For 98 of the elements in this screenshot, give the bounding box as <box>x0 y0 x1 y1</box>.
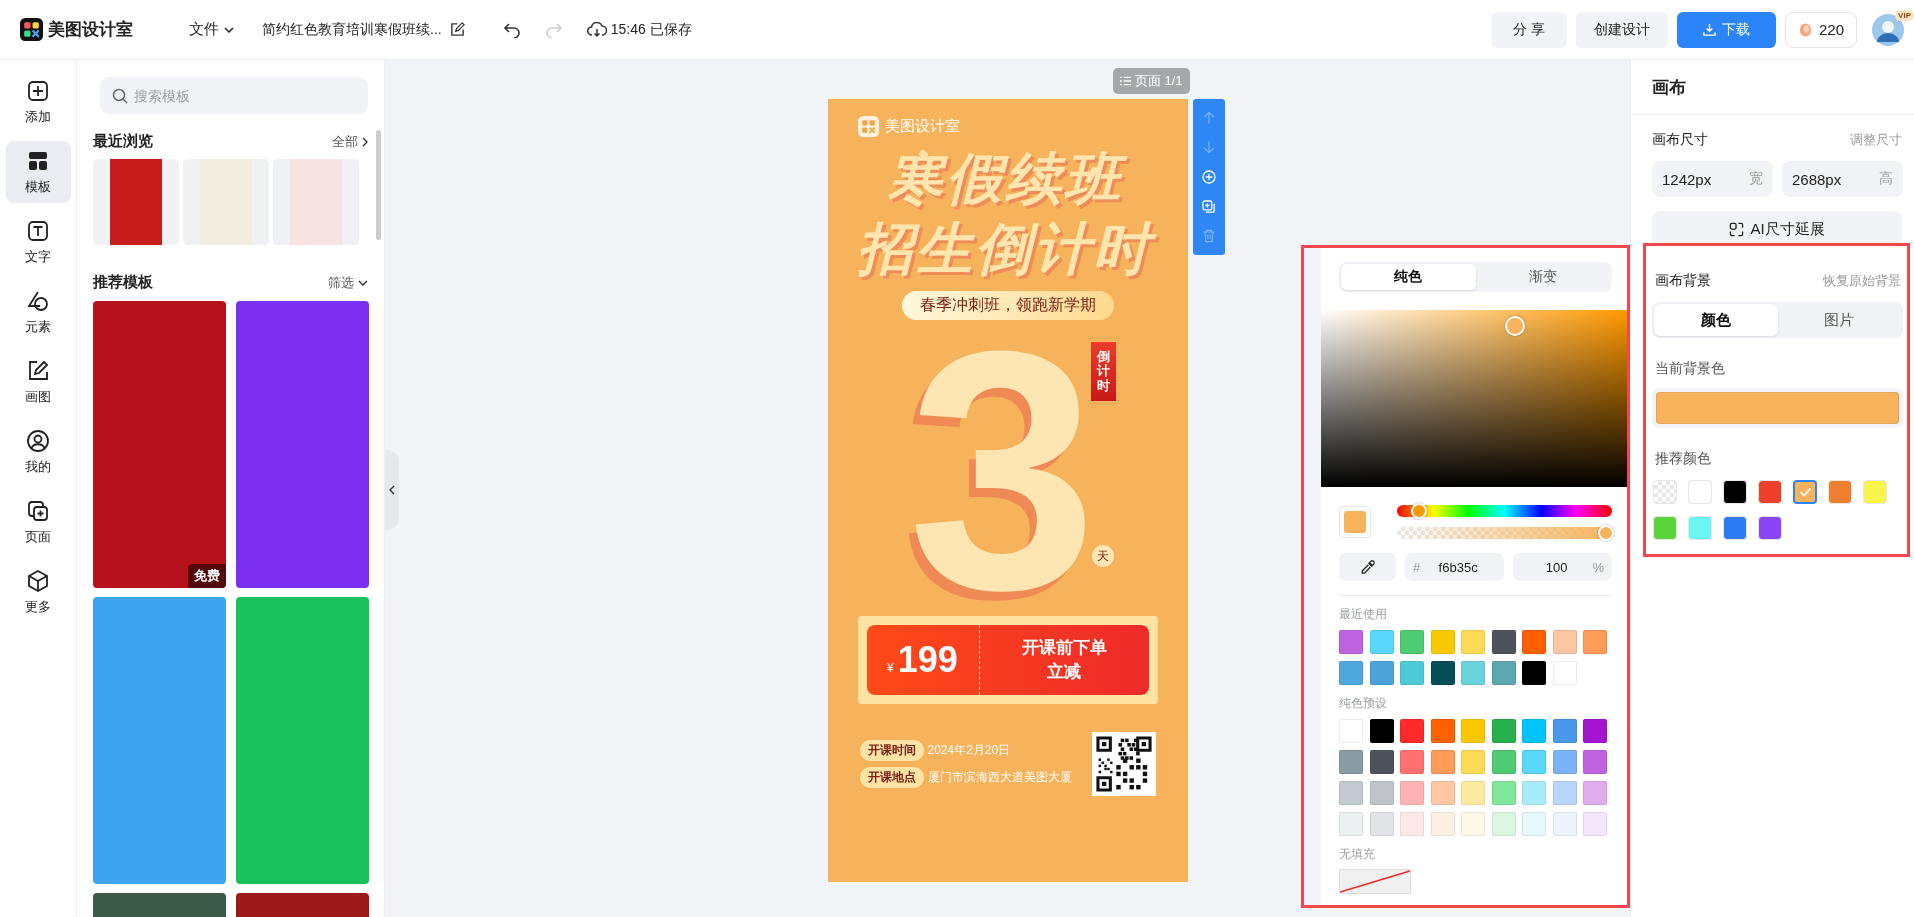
sidebar-item[interactable]: 元素 <box>5 281 71 343</box>
opacity-input[interactable]: 100 % <box>1513 553 1612 581</box>
vip-badge: VIP <box>1895 9 1914 21</box>
free-badge: 免费 <box>188 564 226 588</box>
section-label: 当前背景色 <box>1655 360 1726 378</box>
recent-thumbnail[interactable] <box>183 159 269 245</box>
hex-input[interactable]: # f6b35c <box>1405 553 1504 581</box>
info-text: 2024年2月20日 <box>927 742 1011 759</box>
sidebar-item[interactable]: 我的 <box>5 421 71 483</box>
picker-tab[interactable]: 渐变 <box>1475 264 1610 290</box>
saturation-area[interactable] <box>1321 310 1627 487</box>
filter-button[interactable]: 筛选 <box>328 273 368 292</box>
countdown-tag: 倒计时 <box>1090 342 1116 401</box>
brand-logo-icon <box>857 116 879 137</box>
background-tab[interactable]: 颜色 <box>1654 304 1778 336</box>
download-icon <box>1702 23 1716 36</box>
draw-icon <box>26 358 50 383</box>
size-field[interactable]: 2688px 高 <box>1782 161 1903 197</box>
section-label: 画布尺寸 <box>1652 131 1708 149</box>
check-icon <box>1798 487 1812 497</box>
create-design-button[interactable]: 创建设计 <box>1575 11 1668 48</box>
sidebar-item[interactable]: 文字 <box>5 211 71 273</box>
coupon-text: 立减 <box>1047 661 1081 683</box>
sidebar-item[interactable]: 更多 <box>5 561 71 623</box>
coupon-price: 199 <box>897 639 958 681</box>
coupon-text: 开课前下单 <box>1021 637 1107 659</box>
template-card[interactable] <box>236 597 369 884</box>
hue-slider[interactable] <box>1397 505 1612 517</box>
template-card[interactable]: 免费 <box>93 301 226 588</box>
section-label: 画布背景 <box>1655 272 1711 290</box>
caret-icon <box>358 279 368 286</box>
cloud-icon <box>586 21 607 38</box>
info-tag: 开课地点 <box>859 767 924 788</box>
transparent-swatch[interactable] <box>1653 480 1677 504</box>
day-unit-badge: 天 <box>1091 545 1114 567</box>
slider-thumb[interactable] <box>1410 503 1427 519</box>
coin-balance[interactable]: 220 <box>1784 11 1857 48</box>
view-all-link[interactable]: 全部 <box>332 132 368 151</box>
brand-name: 美图设计室 <box>884 117 960 136</box>
template-card[interactable] <box>236 301 369 588</box>
text-icon <box>26 218 50 243</box>
sidebar-item[interactable]: 画图 <box>5 351 71 413</box>
color-swatch[interactable] <box>1793 480 1817 504</box>
scrollbar-thumb[interactable] <box>376 130 381 240</box>
panel-title: 画布 <box>1631 60 1914 115</box>
size-field[interactable]: 1242px 宽 <box>1652 161 1773 197</box>
duplicate-icon[interactable] <box>1200 198 1217 215</box>
slider-thumb[interactable] <box>1598 525 1614 541</box>
sidebar-item[interactable]: 添加 <box>5 71 71 133</box>
chevron-icon <box>362 136 368 147</box>
add-page-icon[interactable] <box>1200 169 1217 185</box>
eyedropper-icon <box>1360 559 1375 575</box>
section-label: 纯色预设 <box>1339 695 1388 712</box>
download-button[interactable]: 下载 <box>1676 11 1776 48</box>
current-color-swatch[interactable] <box>1656 392 1899 424</box>
chevron-icon <box>389 485 395 495</box>
section-label: 推荐颜色 <box>1655 450 1712 468</box>
background-tab[interactable]: 图片 <box>1777 304 1901 336</box>
sidebar-item[interactable]: 模板 <box>5 141 71 203</box>
section-title: 最近浏览 <box>93 132 153 151</box>
file-menu[interactable]: 文件 <box>185 16 238 43</box>
opacity-slider[interactable] <box>1397 527 1612 539</box>
template-card[interactable] <box>93 597 226 884</box>
recent-thumbnail[interactable] <box>93 159 179 245</box>
share-button[interactable]: 分 享 <box>1491 11 1567 48</box>
caret-icon <box>224 26 234 33</box>
coin-icon <box>1797 21 1813 38</box>
logo-icon <box>20 18 43 41</box>
save-status: 15:46 已保存 <box>610 20 692 39</box>
collapse-handle[interactable] <box>385 450 399 530</box>
picker-tab[interactable]: 纯色 <box>1341 264 1476 290</box>
saturation-thumb[interactable] <box>1504 316 1525 337</box>
section-title: 推荐模板 <box>93 273 153 292</box>
resize-icon <box>1729 221 1745 237</box>
undo-icon[interactable] <box>502 21 521 38</box>
edit-icon[interactable] <box>449 22 465 37</box>
info-text: 厦门市滨海西大道美图大厦 <box>927 769 1072 786</box>
document-title[interactable]: 简约红色教育培训寒假班续... <box>262 20 442 39</box>
page-icon <box>26 498 50 523</box>
qr-code-icon <box>1091 732 1156 796</box>
search-icon <box>112 88 128 104</box>
search-field[interactable]: 搜索模板 <box>100 77 368 114</box>
recent-thumbnail[interactable] <box>273 159 359 245</box>
add-icon <box>26 78 50 103</box>
section-label: 无填充 <box>1339 846 1376 863</box>
list-icon <box>1119 76 1131 86</box>
currency-sign: ¥ <box>887 661 894 675</box>
more-icon <box>26 568 50 593</box>
sidebar-item[interactable]: 页面 <box>5 491 71 553</box>
info-tag: 开课时间 <box>859 740 924 761</box>
no-fill-swatch[interactable] <box>1339 869 1411 894</box>
poster-headline: 招生倒计时 <box>853 215 1162 285</box>
poster-headline: 寒假续班 <box>882 145 1133 215</box>
poster-subtitle: 春季冲刺班，领跑新学期 <box>901 291 1114 320</box>
logo-text: 美图设计室 <box>48 19 133 41</box>
section-label: 最近使用 <box>1339 606 1388 623</box>
mine-icon <box>26 428 50 453</box>
eyedropper-button[interactable] <box>1339 553 1396 581</box>
